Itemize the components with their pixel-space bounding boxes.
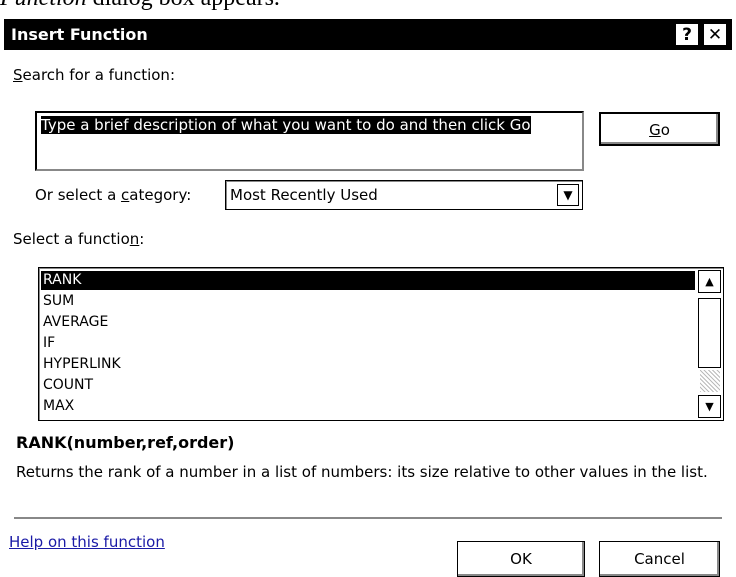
search-input-value: Type a brief description of what you wan… [41,116,531,134]
list-item[interactable]: COUNT [41,376,695,395]
caption-italic: Function [0,0,87,11]
function-description: Returns the rank of a number in a list o… [16,463,708,481]
insert-function-dialog: Insert Function ? ✕ Search for a functio… [0,15,736,577]
dialog-title: Insert Function [11,25,148,44]
function-list[interactable]: RANK SUM AVERAGE IF HYPERLINK COUNT MAX … [38,267,724,421]
chevron-down-icon[interactable]: ▼ [557,184,579,206]
list-item[interactable]: AVERAGE [41,313,695,332]
help-icon[interactable]: ? [676,24,698,45]
scrollbar-thumb[interactable] [698,298,721,368]
category-label: Or select a category: [35,186,192,204]
help-link[interactable]: Help on this function [9,533,165,551]
scroll-down-icon[interactable]: ▼ [698,395,721,418]
category-select-value: Most Recently Used [230,186,378,204]
list-scrollbar[interactable]: ▲ ▼ [698,270,721,418]
scroll-up-icon[interactable]: ▲ [698,270,721,293]
search-label: Search for a function: [13,66,175,84]
function-list-label: Select a function: [13,230,145,248]
list-item[interactable]: HYPERLINK [41,355,695,374]
list-item[interactable]: IF [41,334,695,353]
divider [14,517,722,520]
search-input[interactable]: Type a brief description of what you wan… [35,111,584,171]
title-bar: Insert Function ? ✕ [4,19,732,50]
scrollbar-track[interactable] [700,370,720,392]
go-button[interactable]: Go [599,112,720,146]
function-signature: RANK(number,ref,order) [16,433,235,452]
list-item[interactable]: MAX [41,397,695,416]
document-caption: Function dialog box appears. [0,0,280,10]
close-icon[interactable]: ✕ [704,24,726,45]
ok-button[interactable]: OK [457,541,585,577]
cancel-button[interactable]: Cancel [599,541,720,577]
category-select[interactable]: Most Recently Used ▼ [225,180,583,210]
list-item[interactable]: RANK [41,271,695,290]
list-item[interactable]: SUM [41,292,695,311]
caption-rest: dialog box appears. [87,0,280,11]
